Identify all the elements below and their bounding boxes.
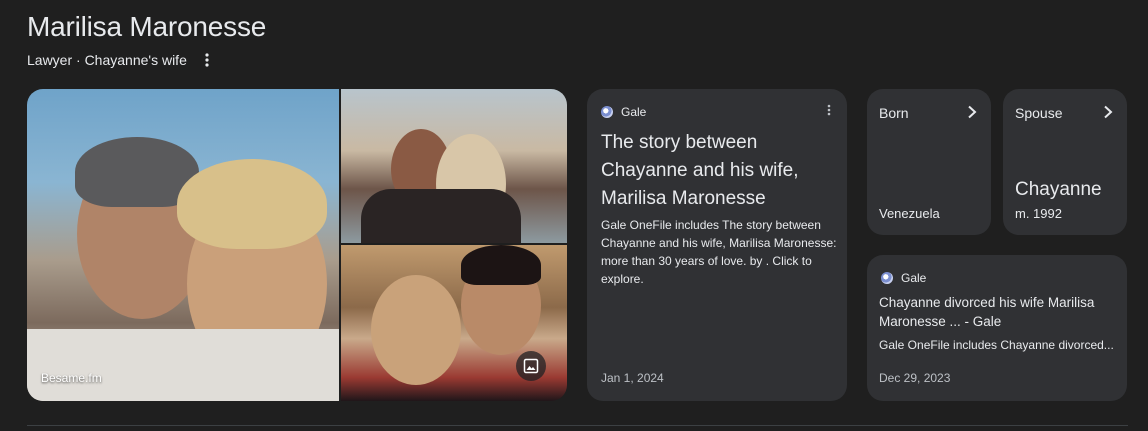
source-name: Gale	[621, 105, 647, 119]
more-options-icon[interactable]	[197, 50, 217, 70]
image-collage: Besame.fm	[27, 89, 567, 401]
entity-subtitle: Lawyer · Chayanne's wife	[27, 52, 187, 68]
foreground-shape	[27, 329, 339, 401]
chevron-right-icon	[967, 105, 977, 124]
article-date: Dec 29, 2023	[879, 371, 951, 385]
secondary-photo-top[interactable]	[341, 89, 567, 243]
article-source: Gale	[601, 105, 646, 119]
page-title: Marilisa Maronesse	[27, 11, 267, 42]
main-photo[interactable]: Besame.fm	[27, 89, 339, 401]
article-description: Gale OneFile includes The story between …	[601, 218, 837, 286]
article-card-small[interactable]: Gale Chayanne divorced his wife Marilisa…	[867, 255, 1127, 401]
person-shape	[371, 275, 461, 385]
image-gallery-button[interactable]	[516, 351, 546, 381]
article-title[interactable]: Chayanne divorced his wife Marilisa Maro…	[879, 293, 1115, 331]
gale-favicon-icon	[601, 106, 613, 118]
secondary-photo-bottom[interactable]	[341, 245, 567, 401]
divider	[27, 425, 1128, 426]
article-description: Gale OneFile includes Chayanne divorced.…	[879, 338, 1114, 352]
image-credit: Besame.fm	[41, 371, 102, 385]
hair-shape	[461, 245, 541, 285]
spouse-name: Chayanne	[1015, 179, 1102, 200]
article-source: Gale	[881, 271, 926, 285]
gale-favicon-icon	[881, 272, 893, 284]
clothing-shape	[361, 189, 521, 243]
article-title[interactable]: The story between Chayanne and his wife,…	[601, 129, 837, 213]
image-icon	[523, 358, 539, 374]
chevron-right-icon	[1103, 105, 1113, 124]
spouse-label: Spouse	[1015, 105, 1063, 121]
marriage-year: m. 1992	[1015, 206, 1062, 221]
article-card[interactable]: Gale The story between Chayanne and his …	[587, 89, 847, 401]
spouse-card[interactable]: Spouse Chayanne m. 1992	[1003, 89, 1127, 235]
hair-shape	[177, 159, 327, 249]
born-card[interactable]: Born Venezuela	[867, 89, 991, 235]
subtitle-row: Lawyer · Chayanne's wife	[27, 50, 217, 70]
article-date: Jan 1, 2024	[601, 371, 664, 385]
source-name: Gale	[901, 271, 927, 285]
born-value: Venezuela	[879, 206, 940, 221]
born-label: Born	[879, 105, 909, 121]
more-options-icon[interactable]	[827, 103, 831, 121]
